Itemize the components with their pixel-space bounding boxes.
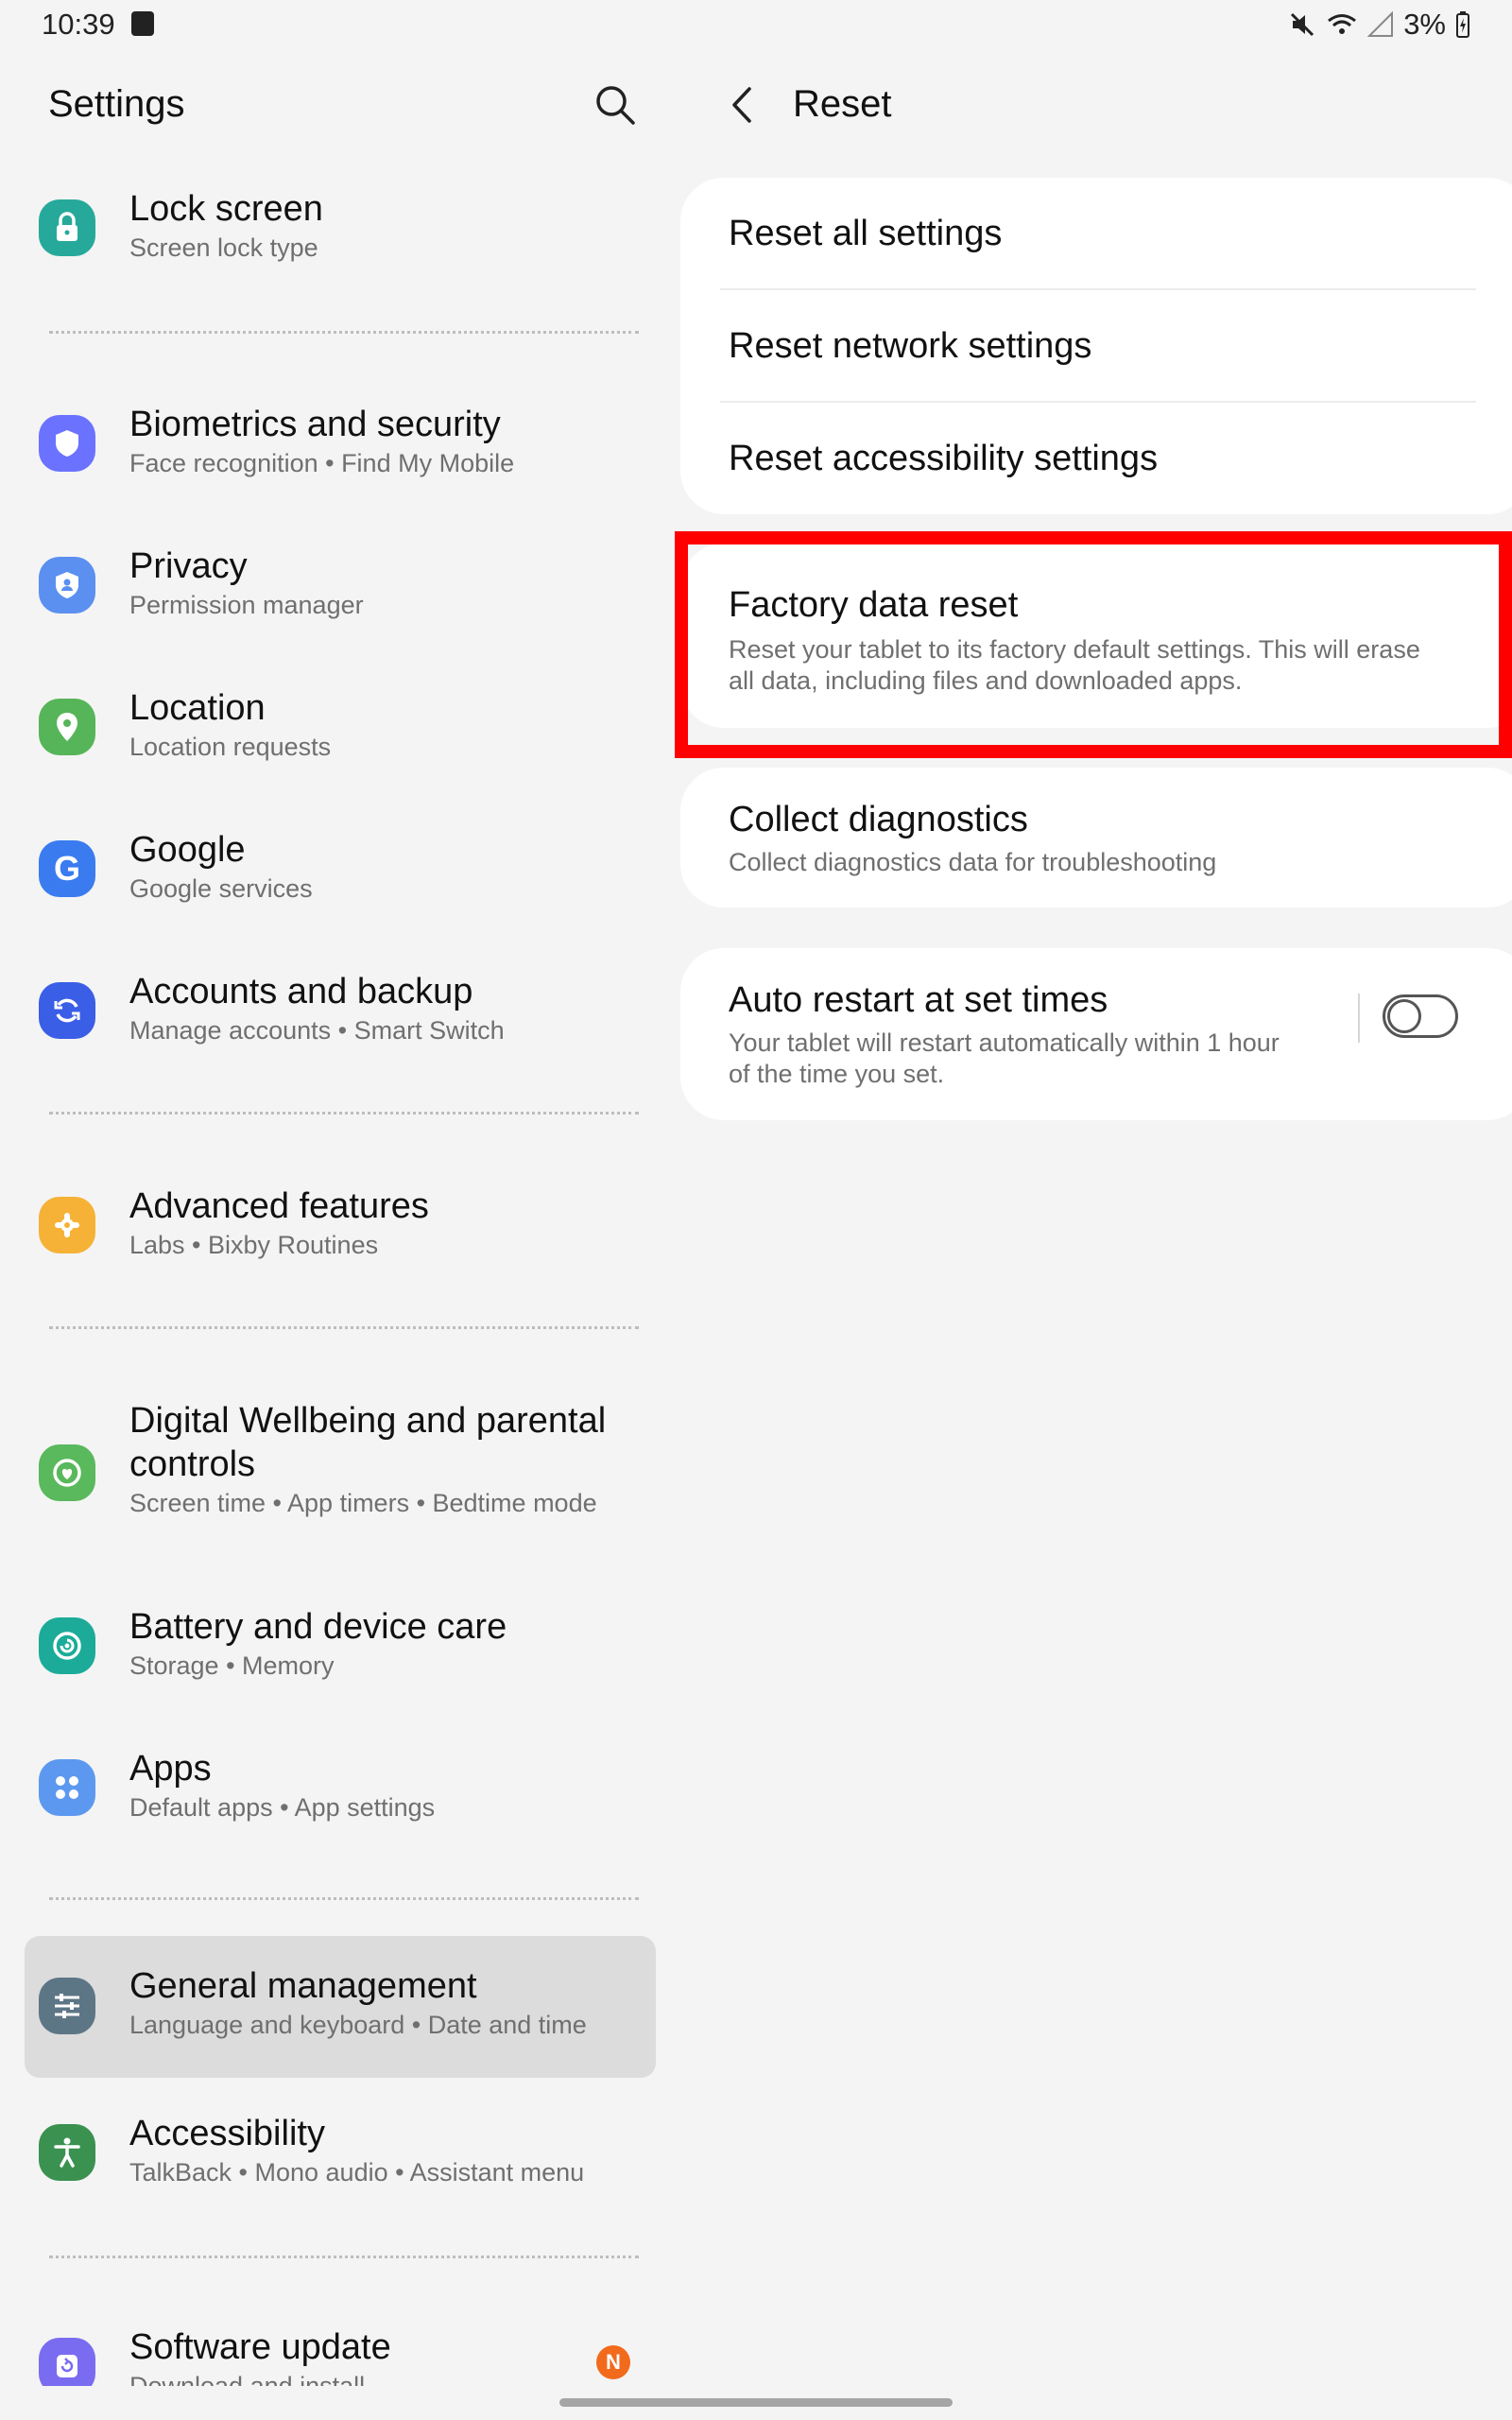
sidebar-item-title: Advanced features: [129, 1186, 429, 1226]
sync-icon: [39, 982, 95, 1039]
divider: [49, 1112, 639, 1115]
reset-options-card: Reset all settings Reset network setting…: [680, 178, 1512, 514]
sidebar-item-subtitle: Screen lock type: [129, 233, 318, 262]
reset-all-settings-item[interactable]: Reset all settings: [729, 214, 1002, 254]
mute-icon: [1291, 12, 1314, 37]
sliders-icon: [39, 1978, 95, 2034]
page-title: Reset: [793, 83, 892, 125]
battery-percent: 3%: [1403, 8, 1446, 41]
sidebar-item-subtitle: Download and install: [129, 2372, 366, 2386]
collect-diagnostics-title: Collect diagnostics: [729, 800, 1028, 839]
sidebar-item-google[interactable]: G Google Google services: [25, 821, 656, 925]
sidebar-item-title: Google: [129, 830, 246, 870]
location-pin-icon: [39, 699, 95, 755]
sidebar-item-subtitle: Permission manager: [129, 591, 364, 619]
sidebar-item-title: Software update: [129, 2327, 391, 2367]
sidebar-item-subtitle: Language and keyboard • Date and time: [129, 2011, 587, 2039]
collect-diagnostics-item[interactable]: Collect diagnostics Collect diagnostics …: [680, 768, 1512, 908]
sidebar-item-subtitle: Storage • Memory: [129, 1651, 335, 1680]
divider: [49, 2256, 639, 2258]
status-time: 10:39: [42, 8, 115, 41]
sidebar-item-subtitle: Default apps • App settings: [129, 1793, 436, 1822]
auto-restart-title: Auto restart at set times: [729, 980, 1108, 1020]
google-icon: G: [39, 840, 95, 897]
sidebar-item-subtitle: Face recognition • Find My Mobile: [129, 449, 515, 477]
sidebar-item-subtitle: Location requests: [129, 733, 332, 761]
lock-icon: [39, 199, 95, 256]
wifi-icon: [1328, 14, 1357, 34]
sidebar-item-subtitle: Screen time • App timers • Bedtime mode: [129, 1489, 597, 1517]
divider: [49, 1897, 639, 1900]
sidebar-item-title: Accounts and backup: [129, 972, 473, 1011]
software-update-icon: [39, 2338, 95, 2386]
sidebar-item-subtitle: Manage accounts • Smart Switch: [129, 1016, 505, 1045]
sidebar-item-advanced-features[interactable]: Advanced features Labs • Bixby Routines: [25, 1177, 656, 1281]
device-care-icon: [39, 1617, 95, 1674]
settings-title: Settings: [48, 83, 185, 125]
toggle-divider: [1358, 994, 1360, 1043]
sidebar-item-title: Location: [129, 688, 266, 728]
divider: [49, 331, 639, 334]
collect-diagnostics-subtitle: Collect diagnostics data for troubleshoo…: [729, 848, 1217, 876]
back-arrow-icon[interactable]: [720, 81, 767, 129]
sidebar-item-title: Accessibility: [129, 2114, 325, 2153]
battery-charging-icon: [1456, 11, 1469, 38]
wellbeing-icon: [39, 1444, 95, 1501]
sidebar-item-title: Lock screen: [129, 189, 323, 229]
puzzle-icon: [39, 1197, 95, 1253]
sidebar-item-software-update[interactable]: Software update Download and install: [25, 2318, 656, 2386]
sidebar-item-title: General management: [129, 1966, 477, 2006]
highlight-box: [675, 531, 1512, 758]
privacy-icon: [39, 557, 95, 614]
sidebar-item-apps[interactable]: Apps Default apps • App settings: [25, 1739, 656, 1843]
row-divider: [720, 401, 1476, 403]
accessibility-icon: [39, 2124, 95, 2181]
toggle-knob: [1387, 999, 1421, 1033]
sidebar-item-lock-screen[interactable]: Lock screen Screen lock type: [25, 180, 656, 284]
auto-restart-toggle[interactable]: [1383, 994, 1458, 1038]
sidebar-item-biometrics[interactable]: Biometrics and security Face recognition…: [25, 395, 656, 499]
apps-grid-icon: [39, 1759, 95, 1816]
sidebar-item-accessibility[interactable]: Accessibility TalkBack • Mono audio • As…: [25, 2104, 656, 2208]
divider: [49, 1326, 639, 1329]
sidebar-item-location[interactable]: Location Location requests: [25, 679, 656, 783]
sidebar-item-subtitle: TalkBack • Mono audio • Assistant menu: [129, 2158, 585, 2187]
sidebar-item-title: Digital Wellbeing and parental controls: [129, 1401, 607, 1484]
search-icon[interactable]: [592, 81, 639, 129]
row-divider: [720, 288, 1476, 290]
sidebar-item-subtitle: Google services: [129, 874, 313, 903]
sidebar-item-privacy[interactable]: Privacy Permission manager: [25, 537, 656, 641]
navigation-handle[interactable]: [559, 2398, 953, 2407]
auto-restart-subtitle-line2: of the time you set.: [729, 1060, 945, 1088]
reset-network-settings-item[interactable]: Reset network settings: [729, 326, 1091, 367]
notification-app-icon: [131, 11, 154, 36]
reset-accessibility-settings-item[interactable]: Reset accessibility settings: [729, 439, 1158, 479]
signal-icon: [1367, 11, 1394, 37]
sidebar-item-general-management[interactable]: General management Language and keyboard…: [25, 1936, 656, 2078]
sidebar-item-subtitle: Labs • Bixby Routines: [129, 1231, 379, 1259]
update-badge: N: [596, 2345, 630, 2379]
sidebar-item-battery-device-care[interactable]: Battery and device care Storage • Memory: [25, 1598, 656, 1702]
sidebar-item-title: Apps: [129, 1749, 212, 1789]
sidebar-item-title: Privacy: [129, 546, 248, 586]
status-icons: 3%: [1288, 8, 1470, 42]
sidebar-item-title: Biometrics and security: [129, 405, 501, 444]
sidebar-item-digital-wellbeing[interactable]: Digital Wellbeing and parental controls …: [25, 1392, 656, 1562]
auto-restart-item[interactable]: Auto restart at set times Your tablet wi…: [680, 948, 1512, 1120]
sidebar-item-title: Battery and device care: [129, 1607, 507, 1647]
sidebar-item-accounts-backup[interactable]: Accounts and backup Manage accounts • Sm…: [25, 962, 656, 1066]
status-bar: 10:39 3%: [0, 0, 1512, 57]
shield-icon: [39, 415, 95, 472]
auto-restart-subtitle-line1: Your tablet will restart automatically w…: [729, 1028, 1280, 1057]
